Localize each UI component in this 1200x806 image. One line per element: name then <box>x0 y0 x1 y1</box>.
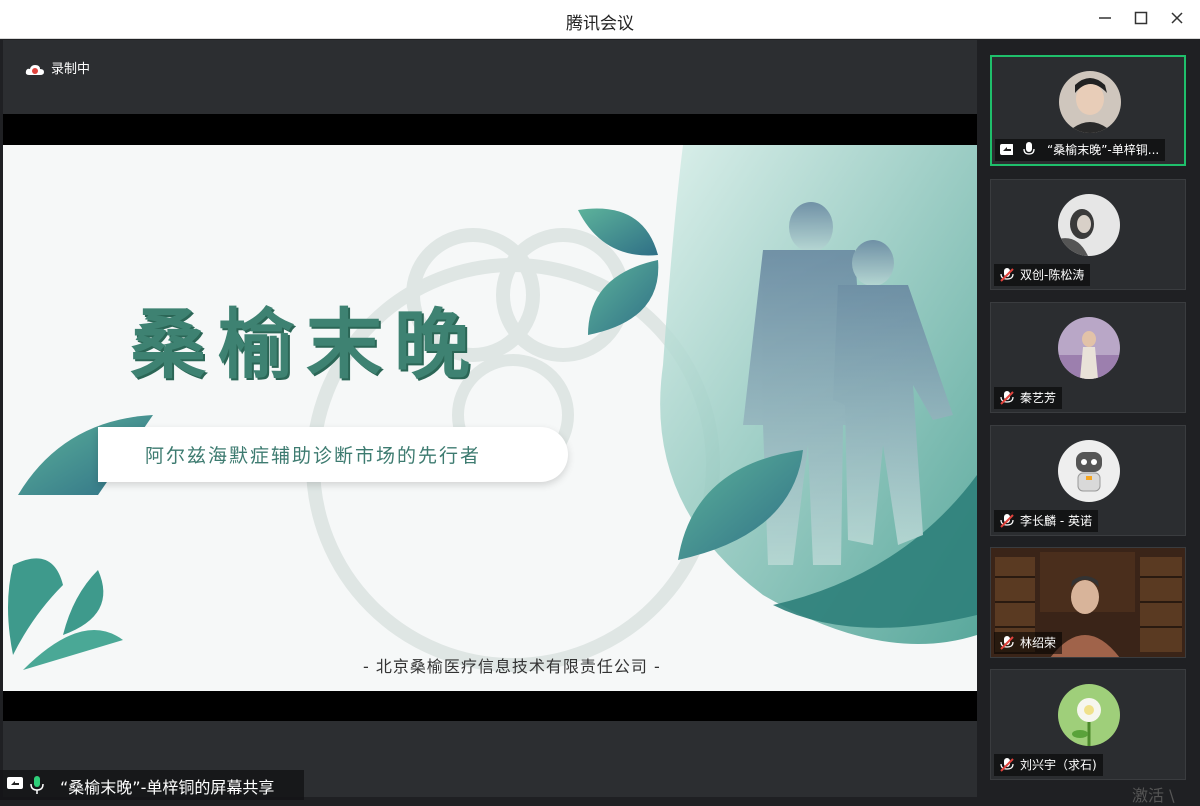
muted-microphone-icon <box>1000 514 1014 528</box>
recording-indicator: 录制中 <box>25 58 90 78</box>
avatar <box>1058 440 1120 502</box>
maximize-icon <box>1134 11 1148 25</box>
screen-share-icon <box>1000 144 1013 155</box>
company-name: - 北京桑榆医疗信息技术有限责任公司 - <box>363 657 661 676</box>
participant-name-tag: 李长麟 - 英诺 <box>994 510 1098 532</box>
participant-tile[interactable]: “桑榆末晚”-单梓铜... <box>990 55 1186 166</box>
slide-title: 桑榆末晚 <box>130 300 482 389</box>
participant-name: 李长麟 - 英诺 <box>1020 514 1092 528</box>
close-icon <box>1171 12 1183 24</box>
presentation-slide: 桑榆末晚 阿尔兹海默症辅助诊断市场的先行者 - 北京桑榆医疗信息技术有限责任公司… <box>3 145 977 691</box>
share-status-label: “桑榆末晚”-单梓铜的屏幕共享 <box>60 778 275 797</box>
window-title: 腾讯会议 <box>566 14 634 34</box>
muted-microphone-icon <box>1000 758 1014 772</box>
avatar <box>1059 71 1121 133</box>
participant-tile[interactable]: 刘兴宇（求石) <box>990 669 1186 780</box>
participant-name-tag: 秦艺芳 <box>994 387 1063 409</box>
participant-tile[interactable]: 李长麟 - 英诺 <box>990 425 1186 536</box>
close-button[interactable] <box>1165 9 1189 31</box>
participant-tile[interactable]: 林绍荣 <box>990 547 1186 658</box>
muted-microphone-icon <box>1000 636 1014 650</box>
participant-name: 秦艺芳 <box>1020 391 1057 405</box>
recording-label: 录制中 <box>51 62 91 77</box>
microphone-icon <box>30 776 44 794</box>
participant-tile[interactable]: 秦艺芳 <box>990 302 1186 413</box>
muted-microphone-icon <box>1000 268 1014 282</box>
avatar <box>1058 194 1120 256</box>
windows-activation-watermark: 激活 \ <box>1132 786 1175 805</box>
slide-subtitle: 阿尔兹海默症辅助诊断市场的先行者 <box>145 445 482 467</box>
letterbox-top <box>3 114 977 145</box>
maximize-button[interactable] <box>1129 9 1153 31</box>
avatar <box>1058 684 1120 746</box>
cloud-record-icon <box>25 64 44 75</box>
screen-share-status[interactable]: “桑榆末晚”-单梓铜的屏幕共享 <box>0 770 304 800</box>
avatar <box>1058 317 1120 379</box>
letterbox-bottom <box>3 691 977 721</box>
muted-microphone-icon <box>1000 391 1014 405</box>
participant-name-tag: 双创-陈松涛 <box>994 264 1091 286</box>
minimize-button[interactable] <box>1093 9 1117 31</box>
participant-name: 双创-陈松涛 <box>1020 268 1085 282</box>
participant-name: 林绍荣 <box>1020 636 1057 650</box>
participant-name: “桑榆末晚”-单梓铜... <box>1047 143 1160 157</box>
slide-artwork <box>8 145 977 672</box>
participant-name-tag: 刘兴宇（求石) <box>994 754 1103 776</box>
minimize-icon <box>1099 17 1111 19</box>
participant-tile[interactable]: 双创-陈松涛 <box>990 179 1186 290</box>
participant-name: 刘兴宇（求石) <box>1020 758 1097 772</box>
microphone-icon <box>1023 142 1035 155</box>
participant-name-tag: “桑榆末晚”-单梓铜... <box>995 139 1166 161</box>
title-bar: 腾讯会议 <box>0 0 1200 39</box>
participant-name-tag: 林绍荣 <box>994 632 1063 654</box>
screen-share-icon <box>7 777 23 789</box>
